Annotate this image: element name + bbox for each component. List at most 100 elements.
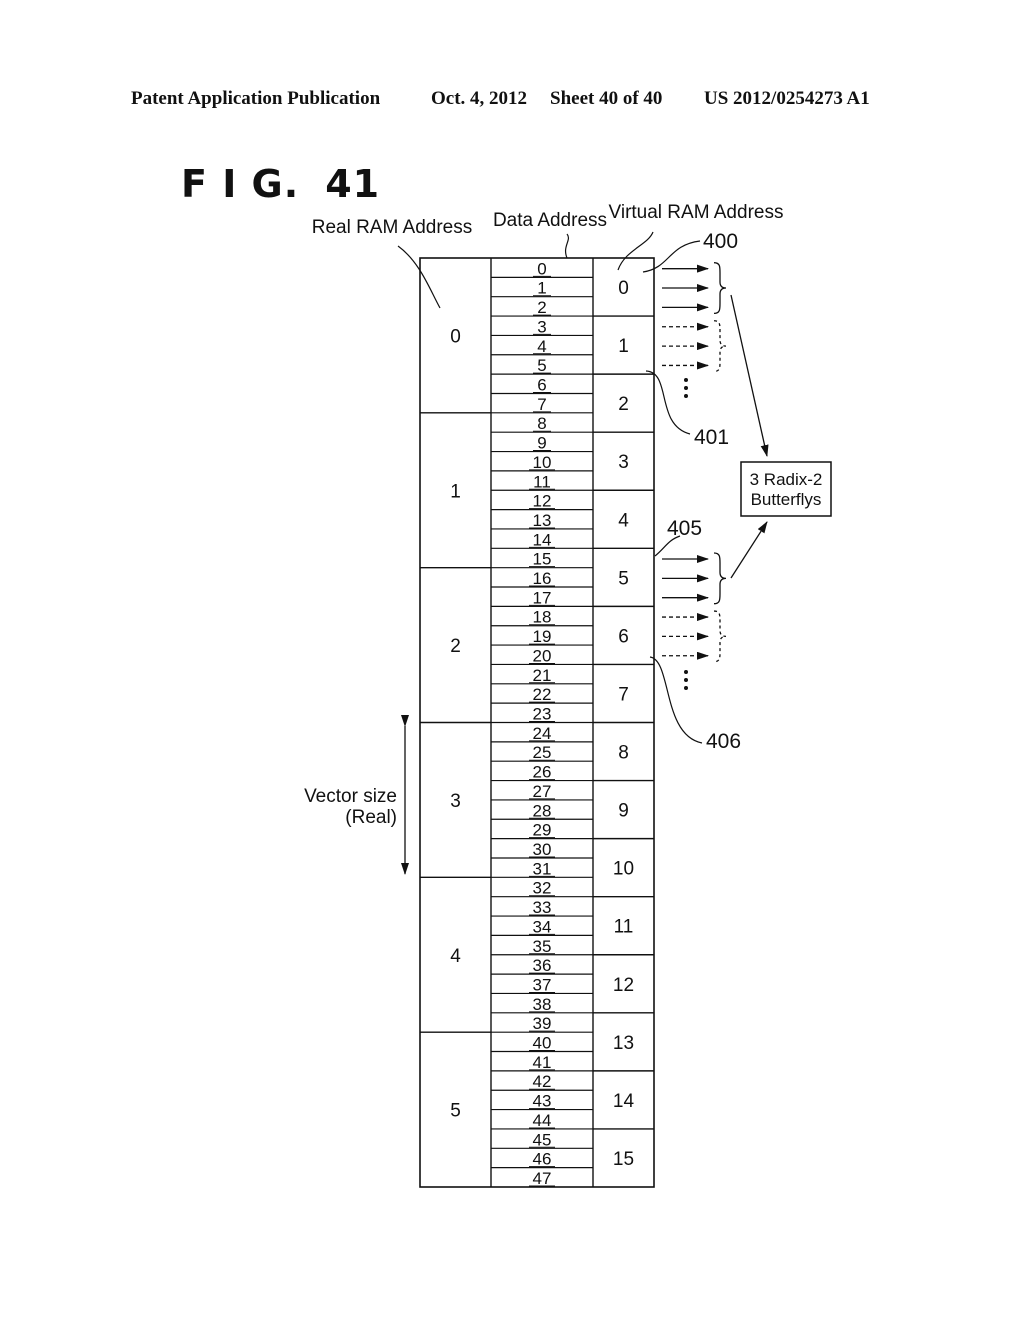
real-address-cell: 1: [450, 481, 461, 502]
data-address-cell: 21: [533, 666, 552, 685]
data-address-cell: 44: [533, 1111, 552, 1130]
data-address-cell: 43: [533, 1092, 552, 1111]
data-address-cell: 8: [537, 414, 546, 433]
group-virtual-0-brace: [713, 262, 727, 315]
data-address-cell: 16: [533, 569, 552, 588]
data-address-cell: 0: [537, 259, 546, 278]
data-address-cell: 37: [533, 975, 552, 994]
data-address-cell: 7: [537, 395, 546, 414]
ellipsis-dot: [684, 386, 688, 390]
virtual-address-cell: 2: [618, 394, 629, 415]
data-address-cell: 29: [533, 821, 552, 840]
data-address-cell: 34: [533, 917, 552, 936]
real-label-leader: [397, 245, 441, 309]
data-address-cell: 18: [533, 608, 552, 627]
data-address-cell: 5: [537, 356, 546, 375]
virtual-address-cell: 0: [618, 278, 629, 299]
data-address-cell: 20: [533, 646, 552, 665]
arrow-group5-to-butterfly: [730, 521, 768, 579]
butterfly-box-line2: Butterflys: [751, 490, 822, 509]
virtual-address-cell: 6: [618, 626, 629, 647]
ellipsis-dot: [684, 394, 688, 398]
virtual-address-cell: 9: [618, 801, 629, 822]
real-address-cell: 3: [450, 791, 461, 812]
ref-400-leader: [642, 240, 701, 273]
ellipsis-dot: [684, 686, 688, 690]
virtual-ram-address-label: Virtual RAM Address: [609, 202, 784, 223]
data-address-cell: 13: [533, 511, 552, 530]
data-address-cell: 19: [533, 627, 552, 646]
data-address-cell: 32: [533, 879, 552, 898]
data-address-cell: 46: [533, 1150, 552, 1169]
real-ram-address-label: Real RAM Address: [312, 217, 473, 238]
ref-401-leader: [645, 370, 691, 435]
ellipsis-dot: [684, 670, 688, 674]
virtual-address-cell: 4: [618, 510, 629, 531]
virtual-address-cell: 5: [618, 568, 629, 589]
group-virtual-5-brace: [713, 552, 727, 605]
data-address-cell: 9: [537, 434, 546, 453]
ref-406: 406: [706, 730, 741, 753]
data-address-cell: 3: [537, 317, 546, 336]
virtual-label-leader: [617, 231, 654, 271]
data-address-cell: 22: [533, 685, 552, 704]
data-address-cell: 27: [533, 782, 552, 801]
data-address-cell: 23: [533, 705, 552, 724]
data-address-cell: 12: [533, 492, 552, 511]
ref-401: 401: [694, 426, 729, 449]
virtual-address-cell: 3: [618, 452, 629, 473]
virtual-address-cell: 13: [613, 1033, 634, 1054]
ellipsis-dot: [684, 678, 688, 682]
virtual-address-cell: 1: [618, 336, 629, 357]
group-virtual-1-brace: [713, 320, 727, 373]
vector-size-label-line1: Vector size: [304, 786, 397, 807]
data-address-cell: 17: [533, 588, 552, 607]
data-address-cell: 31: [533, 859, 552, 878]
data-address-label: Data Address: [493, 210, 607, 231]
data-label-leader: [564, 233, 570, 259]
data-address-cell: 4: [537, 337, 546, 356]
data-address-cell: 30: [533, 840, 552, 859]
data-address-cell: 14: [533, 530, 552, 549]
data-address-cell: 2: [537, 298, 546, 317]
data-address-cell: 24: [533, 724, 552, 743]
ellipsis-dot: [684, 378, 688, 382]
butterfly-inputs: [662, 262, 727, 690]
data-address-cell: 33: [533, 898, 552, 917]
virtual-address-cell: 11: [614, 917, 634, 938]
ref-400: 400: [703, 230, 738, 253]
data-address-cell: 28: [533, 801, 552, 820]
memory-mapping-diagram: Real RAM Address Data Address Virtual RA…: [304, 202, 832, 1188]
virtual-address-cell: 12: [613, 975, 634, 996]
virtual-address-cell: 7: [618, 684, 629, 705]
group-virtual-6-brace: [713, 610, 727, 663]
real-address-cell: 5: [450, 1101, 461, 1122]
virtual-address-cell: 10: [613, 859, 634, 880]
data-address-cell: 42: [533, 1072, 552, 1091]
real-address-cell: 4: [450, 946, 461, 967]
virtual-address-cell: 15: [613, 1149, 634, 1170]
data-address-cell: 11: [533, 472, 551, 491]
real-address-cell: 2: [450, 636, 461, 657]
data-address-cell: 10: [533, 453, 552, 472]
data-address-cell: 25: [533, 743, 552, 762]
data-address-cell: 35: [533, 937, 552, 956]
vector-size-label-line2: (Real): [345, 807, 397, 828]
data-address-cell: 6: [537, 375, 546, 394]
data-address-cell: 26: [533, 763, 552, 782]
data-address-cell: 1: [537, 279, 546, 298]
virtual-address-cell: 14: [613, 1091, 635, 1112]
real-address-cell: 0: [450, 326, 461, 347]
ref-406-leader: [649, 656, 703, 744]
data-address-cell: 41: [533, 1053, 552, 1072]
data-address-cell: 40: [533, 1034, 552, 1053]
data-address-cell: 38: [533, 995, 552, 1014]
ref-405: 405: [667, 517, 702, 540]
data-address-cell: 36: [533, 956, 552, 975]
data-address-cell: 47: [533, 1169, 552, 1188]
data-address-cell: 39: [533, 1014, 552, 1033]
butterfly-box-line1: 3 Radix-2: [750, 470, 823, 489]
data-address-cell: 45: [533, 1130, 552, 1149]
address-grid: 0123456789101112131415161718192021222324…: [419, 257, 655, 1188]
virtual-address-cell: 8: [618, 743, 629, 764]
